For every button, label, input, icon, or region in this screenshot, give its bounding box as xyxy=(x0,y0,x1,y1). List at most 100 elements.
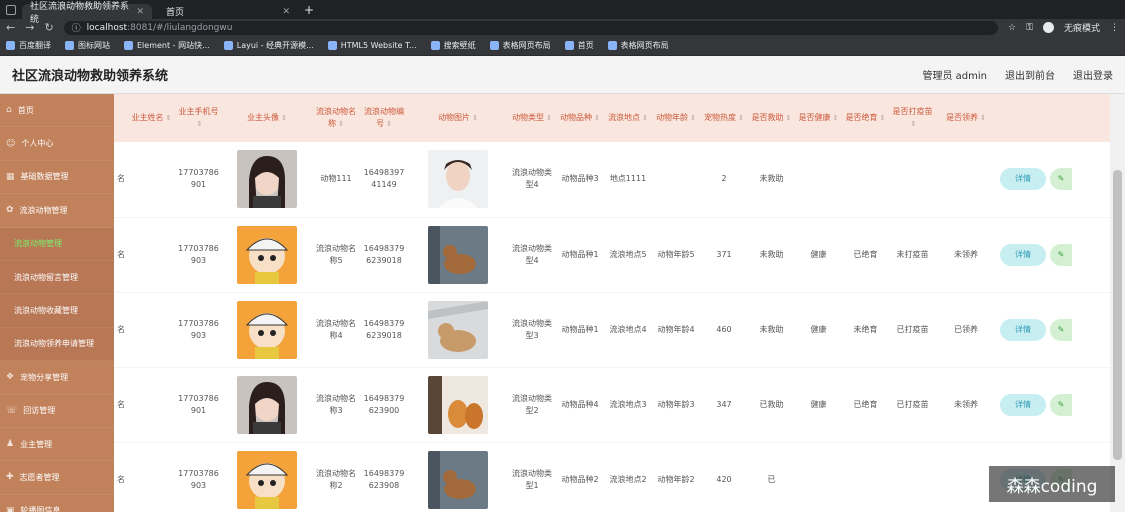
tab-title: 首页 xyxy=(166,8,185,18)
edit-button[interactable]: ✎ xyxy=(1050,318,1072,341)
column-header[interactable]: 动物图片 ⇕ xyxy=(408,94,508,142)
column-header[interactable] xyxy=(996,94,1114,142)
column-header-label: 是否救助 xyxy=(751,113,784,122)
cell-vaccine: 已打疫苗 xyxy=(889,292,936,368)
column-header[interactable]: 动物类型 ⇕ xyxy=(508,94,556,142)
bookmark-item[interactable]: HTML5 Website T... xyxy=(327,41,417,50)
to-front-link[interactable]: 退出到前台 xyxy=(1005,67,1055,82)
logout-link[interactable]: 退出登录 xyxy=(1073,67,1113,82)
close-icon[interactable]: ✕ xyxy=(136,7,144,17)
sort-icon[interactable]: ⇕ xyxy=(166,114,172,122)
address-bar[interactable]: ⓘ localhost:8081/#/liulangdongwu xyxy=(63,20,999,35)
animal-photo xyxy=(428,375,488,434)
sidebar-item[interactable]: 流浪动物收藏管理 xyxy=(0,294,114,328)
sort-icon[interactable]: ⇕ xyxy=(980,114,986,122)
bookmark-item[interactable]: 首页 xyxy=(564,40,594,51)
sidebar-item[interactable]: ❖ 宠物分享管理 xyxy=(0,361,114,395)
column-header[interactable]: 是否救助 ⇕ xyxy=(748,94,795,142)
animal-image xyxy=(408,217,508,293)
cell-place: 地点1111 xyxy=(604,142,652,218)
column-header[interactable]: 是否绝育 ⇕ xyxy=(842,94,889,142)
cell-breed: 动物品种1 xyxy=(556,217,604,293)
sort-icon[interactable]: ⇕ xyxy=(642,114,648,122)
sort-icon[interactable]: ⇕ xyxy=(786,114,792,122)
column-header[interactable]: 业主手机号 ⇕ xyxy=(175,94,222,142)
sort-icon[interactable]: ⇕ xyxy=(738,114,744,122)
page-title: 社区流浪动物救助领养系统 xyxy=(12,69,169,84)
sort-icon[interactable]: ⇕ xyxy=(472,114,478,122)
sort-icon[interactable]: ⇕ xyxy=(281,114,287,122)
sidebar-item-label: 志愿者管理 xyxy=(19,472,60,482)
column-header[interactable] xyxy=(114,94,128,142)
reload-icon[interactable]: ↻ xyxy=(44,21,53,34)
sort-icon[interactable]: ⇕ xyxy=(880,114,886,122)
sidebar-item[interactable]: ⌂ 首页 xyxy=(0,94,114,128)
sidebar-item[interactable]: 流浪动物领养申请管理 xyxy=(0,327,114,362)
edit-button[interactable]: ✎ xyxy=(1050,393,1072,416)
cell-phone: 17703786903 xyxy=(175,217,222,293)
star-icon[interactable]: ☆ xyxy=(1008,23,1016,33)
detail-button[interactable]: 详情 xyxy=(1000,243,1046,266)
bookmark-label: Layui - 经典开源模... xyxy=(236,41,314,50)
bookmark-item[interactable]: 百度翻译 xyxy=(6,40,51,51)
bookmark-item[interactable]: Layui - 经典开源模... xyxy=(223,40,314,51)
sort-icon[interactable]: ⇕ xyxy=(833,114,839,122)
column-header[interactable]: 流浪动物编号 ⇕ xyxy=(360,94,408,142)
sort-icon[interactable]: ⇕ xyxy=(197,120,203,128)
column-header-label: 业主头像 xyxy=(247,113,280,122)
sidebar-item[interactable]: ✚ 志愿者管理 xyxy=(0,461,114,495)
edit-button[interactable]: ✎ xyxy=(1050,168,1072,191)
bookmark-item[interactable]: Element - 网站快... xyxy=(124,40,210,51)
column-header[interactable]: 业主姓名 ⇕ xyxy=(128,94,175,142)
sidebar-item[interactable]: ✿ 流浪动物管理 xyxy=(0,194,114,228)
sort-icon[interactable]: ⇕ xyxy=(911,120,917,128)
column-header[interactable]: 是否健康 ⇕ xyxy=(795,94,842,142)
column-header[interactable]: 宠物热度 ⇕ xyxy=(700,94,748,142)
forward-icon[interactable]: → xyxy=(25,21,34,34)
sidebar-item[interactable]: 流浪动物留言管理 xyxy=(0,260,114,295)
sidebar-item[interactable]: 流浪动物管理 xyxy=(0,227,114,261)
browser-tab[interactable]: 首页 ✕ xyxy=(158,4,298,19)
detail-button[interactable]: 详情 xyxy=(1000,168,1046,191)
column-header-label: 动物年龄 xyxy=(656,113,689,122)
column-header[interactable]: 是否领养 ⇕ xyxy=(936,94,996,142)
sidebar-item[interactable]: ▣ 轮播图信息 xyxy=(0,495,114,512)
menu-icon[interactable]: ⋮ xyxy=(1110,23,1119,33)
bookmark-item[interactable]: 搜索壁纸 xyxy=(430,40,476,51)
column-header[interactable]: 动物品种 ⇕ xyxy=(556,94,604,142)
sidebar-item[interactable]: ☺ 个人中心 xyxy=(0,127,114,161)
sidebar-item[interactable]: ▦ 基础数据管理 xyxy=(0,161,114,195)
window-menu-icon[interactable] xyxy=(6,4,16,15)
close-icon[interactable]: ✕ xyxy=(282,7,290,17)
browser-tab-active[interactable]: 社区流浪动物救助领养系统 ✕ xyxy=(22,2,152,25)
detail-button[interactable]: 详情 xyxy=(1000,393,1046,416)
sort-icon[interactable]: ⇕ xyxy=(594,114,600,122)
info-icon[interactable]: ⓘ xyxy=(72,21,81,34)
bookmark-item[interactable]: 图标网站 xyxy=(65,40,110,51)
sidebar-item[interactable]: ☏ 回访管理 xyxy=(0,395,114,428)
sort-icon[interactable]: ⇕ xyxy=(690,114,696,122)
edit-button[interactable]: ✎ xyxy=(1050,243,1072,266)
column-header[interactable]: 动物年龄 ⇕ xyxy=(652,94,700,142)
key-icon[interactable]: ⚿ xyxy=(1026,23,1033,33)
column-header[interactable]: 业主头像 ⇕ xyxy=(222,94,312,142)
scroll-thumb[interactable] xyxy=(1113,170,1122,460)
detail-button[interactable]: 详情 xyxy=(1000,318,1046,341)
profile-icon[interactable] xyxy=(1042,22,1054,33)
sort-icon[interactable]: ⇕ xyxy=(546,114,552,122)
column-header[interactable]: 是否打疫苗 ⇕ xyxy=(889,94,936,142)
sort-icon[interactable]: ⇕ xyxy=(338,120,344,128)
sort-icon[interactable]: ⇕ xyxy=(386,120,392,128)
bookmark-item[interactable]: 表格网页布局 xyxy=(489,40,551,51)
animal-photo xyxy=(428,450,488,509)
bookmark-item[interactable]: 表格网页布局 xyxy=(607,40,669,51)
column-header[interactable]: 流浪动物名称 ⇕ xyxy=(312,94,360,142)
scrollbar[interactable] xyxy=(1110,94,1125,512)
bookmark-label: Element - 网站快... xyxy=(137,41,210,50)
carousel-icon: ▣ xyxy=(6,505,15,512)
sidebar-item-label: 流浪动物领养申请管理 xyxy=(14,339,94,349)
column-header[interactable]: 流浪地点 ⇕ xyxy=(604,94,652,142)
new-tab-icon[interactable]: + xyxy=(304,3,314,17)
back-icon[interactable]: ← xyxy=(6,21,15,34)
sidebar-item[interactable]: ♟ 业主管理 xyxy=(0,428,114,462)
